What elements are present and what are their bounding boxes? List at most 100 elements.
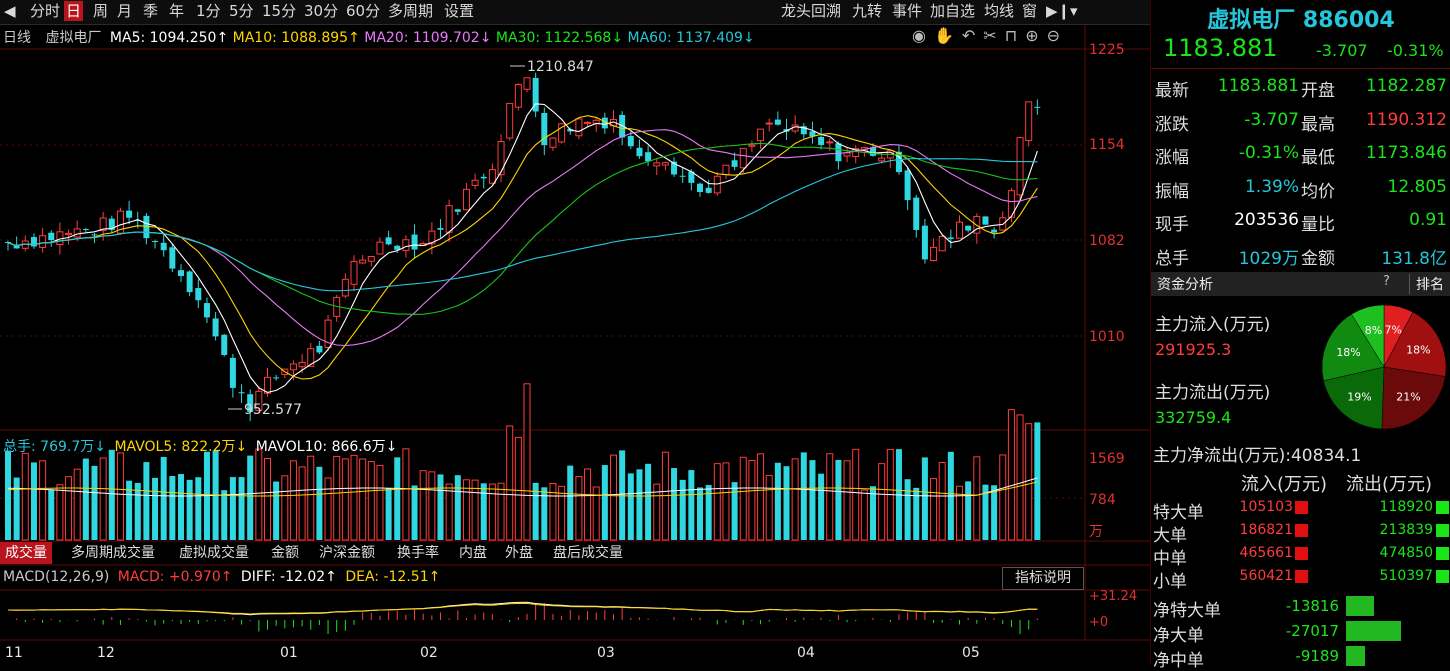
tab-volume[interactable]: 成交量 (0, 542, 52, 564)
stat-label: 均价 (1301, 181, 1335, 202)
volume-bar (402, 448, 410, 541)
tab-after-hours[interactable]: 盘后成交量 (548, 542, 628, 564)
tab-sh-sz-amount[interactable]: 沪深金额 (314, 542, 380, 564)
volume-bar (186, 479, 193, 540)
volume-bar (739, 456, 747, 541)
volume-bar (921, 457, 928, 540)
macd-tick-zero: +0 (1089, 615, 1108, 630)
candle-body (229, 357, 236, 388)
volume-bar (247, 455, 254, 540)
volume-bar (437, 474, 444, 540)
volume-bar (178, 474, 184, 540)
volume-bar (514, 436, 522, 541)
button-window[interactable]: 窗 (1020, 1, 1039, 21)
last-price: 1183.881 (1163, 34, 1278, 62)
tab-quarter[interactable]: 季 (141, 1, 160, 21)
button-nine-turn[interactable]: 九转 (850, 1, 884, 21)
fund-pie-chart: 7% 18% 21% 19% 18% 8% (1321, 304, 1447, 430)
indicator-help-button[interactable]: 指标说明 (1002, 567, 1084, 590)
button-leader-backtrack[interactable]: 龙头回溯 (779, 1, 843, 21)
tab-5min[interactable]: 5分 (227, 1, 256, 21)
tab-fund-analysis[interactable]: 资金分析 (1157, 274, 1213, 294)
volume-bar (30, 462, 37, 540)
button-events[interactable]: 事件 (890, 1, 924, 21)
tab-1min[interactable]: 1分 (194, 1, 223, 21)
tab-60min[interactable]: 60分 (344, 1, 382, 21)
tab-year[interactable]: 年 (167, 1, 186, 21)
back-icon[interactable]: ◀ (2, 1, 18, 21)
tab-outer-volume[interactable]: 外盘 (500, 542, 538, 564)
mavol10-label: MAVOL10: 866.6万↓ (255, 439, 398, 455)
rank-button[interactable]: 排名 (1409, 274, 1444, 294)
volume-bar (523, 383, 531, 541)
candle-body (454, 209, 461, 212)
tab-30min[interactable]: 30分 (302, 1, 340, 21)
stat-value: 1029万 (1238, 248, 1299, 269)
stat-label: 振幅 (1155, 181, 1189, 202)
zoom-out-icon[interactable]: ⊖ (1047, 26, 1068, 45)
net-order-type: 净特大单 (1153, 601, 1221, 621)
volume-bar (645, 463, 652, 540)
net-order-row: 净大单 -27017 (1151, 619, 1450, 646)
candle-body (350, 260, 358, 285)
quote-panel: 虚拟电厂 886004 1183.881 -3.707 -0.31% 最新 118… (1150, 0, 1450, 671)
stat-value: 0.91 (1409, 210, 1447, 230)
index-title: 虚拟电厂 886004 (1207, 8, 1395, 33)
volume-bar (835, 459, 842, 540)
button-add-favorite[interactable]: 加自选 (928, 1, 977, 21)
candle-body (445, 205, 453, 233)
candle-body (679, 175, 686, 177)
candle-body (653, 162, 661, 167)
volume-bar (65, 476, 73, 541)
volume-bar (999, 454, 1007, 541)
volume-bar (1016, 414, 1024, 541)
candle-body (1034, 106, 1041, 108)
tab-turnover[interactable]: 换手率 (392, 542, 444, 564)
outflow-square (1436, 524, 1449, 537)
candle-body (938, 236, 946, 252)
volume-bar (152, 477, 159, 540)
help-icon[interactable]: ? (1383, 274, 1390, 289)
candle-body (965, 225, 972, 231)
volume-bar (21, 452, 29, 541)
eye-icon[interactable]: ◉ (912, 26, 934, 45)
undo-icon[interactable]: ↶ (962, 26, 983, 45)
tab-month[interactable]: 月 (115, 1, 134, 21)
tab-settings[interactable]: 设置 (442, 1, 476, 21)
candle-body (169, 247, 176, 269)
price-change-pct: -0.31% (1387, 41, 1444, 60)
stats-row: 振幅 1.39% 均价 12.805 (1151, 171, 1450, 205)
tab-virtual-volume[interactable]: 虚拟成交量 (174, 542, 254, 564)
candle-body (835, 143, 842, 162)
candle-body (878, 157, 886, 162)
candle-body (705, 187, 712, 193)
candle-body (713, 175, 721, 194)
volume-bar (1007, 409, 1015, 541)
volume-bar (134, 482, 141, 540)
tab-day[interactable]: 日 (64, 1, 84, 21)
diff-line (7, 601, 1038, 616)
price-tick-1225: 1225 (1089, 42, 1125, 58)
ma20-label: MA20: 1109.702↓ (364, 30, 492, 46)
dropdown-icon[interactable]: ▾ (1068, 1, 1080, 21)
tab-inner-volume[interactable]: 内盘 (454, 542, 492, 564)
tab-timeshare[interactable]: 分时 (28, 1, 62, 21)
fund-tab-bar: 资金分析 ? 排名 (1151, 272, 1450, 296)
volume-bar (843, 460, 851, 541)
button-ma-lines[interactable]: 均线 (982, 1, 1016, 21)
lock-icon[interactable]: ⊓ (1005, 26, 1025, 45)
tab-15min[interactable]: 15分 (260, 1, 298, 21)
tab-amount[interactable]: 金额 (266, 542, 304, 564)
zoom-in-icon[interactable]: ⊕ (1025, 26, 1046, 45)
tab-week[interactable]: 周 (91, 1, 110, 21)
month-03: 03 (597, 645, 615, 661)
order-row: 大单 186821 213839 (1151, 519, 1450, 546)
hand-icon[interactable]: ✋ (934, 26, 962, 45)
tab-multi-volume[interactable]: 多周期成交量 (66, 542, 160, 564)
volume-bar (480, 483, 487, 540)
tab-multi-period[interactable]: 多周期 (386, 1, 435, 21)
candle-body (991, 229, 998, 233)
candle-body (152, 240, 159, 242)
scissors-icon[interactable]: ✂ (983, 26, 1004, 45)
stat-value: 1182.287 (1365, 76, 1447, 96)
